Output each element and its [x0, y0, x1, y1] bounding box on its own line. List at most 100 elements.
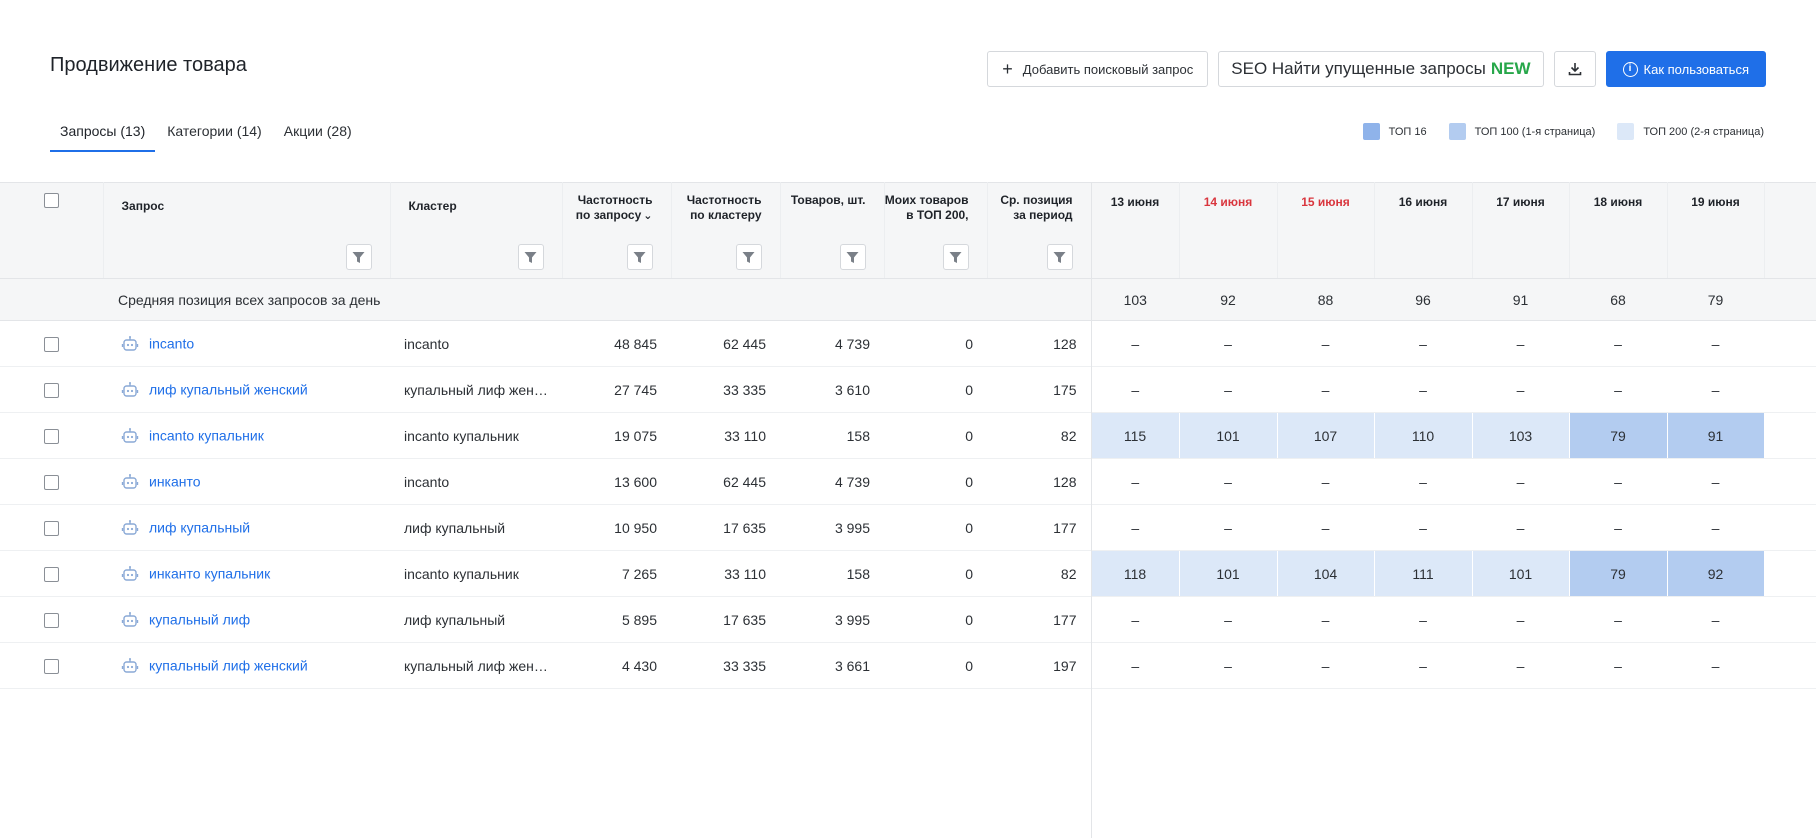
goods-cell: 158 — [780, 550, 884, 597]
my-goods-cell: 0 — [884, 412, 987, 459]
freq-cluster-cell: 62 445 — [671, 458, 780, 505]
filter-freq-query-button[interactable] — [626, 244, 653, 270]
header-query: Запрос — [103, 182, 391, 279]
table-header: Запрос Кластер Частотность по запросу ⌄ Ч… — [0, 182, 1816, 279]
goods-cell: 3 995 — [780, 596, 884, 643]
robot-icon — [121, 381, 139, 397]
filter-freq-cluster-button[interactable] — [735, 244, 762, 270]
robot-icon — [121, 427, 139, 443]
new-badge: NEW — [1490, 59, 1531, 78]
day-position-cell: – — [1569, 320, 1667, 367]
freq-cluster-cell: 33 110 — [671, 412, 780, 459]
header-my-goods[interactable]: Моих товаров в ТОП 200, — [884, 182, 988, 279]
header-goods[interactable]: Товаров, шт. — [780, 182, 885, 279]
query-link[interactable]: инканто купальник — [149, 566, 270, 582]
avg-pos-cell: 82 — [987, 550, 1092, 597]
day-position-cell: – — [1472, 504, 1569, 551]
seo-missed-queries-button[interactable]: SEO Найти упущенные запросы NEW — [1218, 51, 1544, 87]
freq-query-cell: 19 075 — [562, 412, 671, 459]
avg-pos-cell: 197 — [987, 642, 1092, 689]
row-checkbox[interactable] — [44, 382, 59, 398]
day-position-cell: – — [1277, 596, 1374, 643]
row-select-cell — [0, 642, 103, 689]
header-day[interactable]: 16 июня — [1374, 182, 1473, 279]
table-row: лиф купальный лиф купальный 10 950 17 635 3 … — [0, 504, 1816, 551]
day-position-cell: – — [1277, 366, 1374, 413]
header-day[interactable]: 15 июня — [1277, 182, 1375, 279]
day-position-cell: – — [1277, 504, 1374, 551]
goods-cell: 3 661 — [780, 642, 884, 689]
header-avg-pos[interactable]: Ср. позиция за период — [987, 182, 1092, 279]
robot-icon — [121, 519, 139, 535]
tab-categories[interactable]: Категории (14) — [157, 110, 271, 152]
header-day[interactable]: 14 июня — [1179, 182, 1278, 279]
header-day[interactable]: 18 июня — [1569, 182, 1668, 279]
query-link[interactable]: incanto купальник — [149, 428, 264, 444]
row-checkbox[interactable] — [44, 336, 59, 352]
legend-label: ТОП 100 (1-я страница) — [1474, 125, 1596, 138]
row-checkbox[interactable] — [44, 612, 59, 628]
avg-day-value: 68 — [1569, 278, 1667, 321]
freq-cluster-cell: 33 110 — [671, 550, 780, 597]
day-position-cell: – — [1179, 642, 1277, 689]
row-checkbox[interactable] — [44, 428, 59, 444]
plus-icon: + — [1002, 59, 1013, 79]
query-link[interactable]: лиф купальный — [149, 520, 250, 536]
cluster-cell: лиф купальный — [390, 596, 562, 643]
my-goods-cell: 0 — [884, 642, 987, 689]
query-cell: лиф купальный — [103, 504, 390, 551]
filter-my-goods-button[interactable] — [942, 244, 969, 270]
header-freq-query[interactable]: Частотность по запросу ⌄ — [562, 182, 672, 279]
download-icon — [1568, 63, 1581, 76]
table-row: incanto купальник incanto купальник 19 075… — [0, 412, 1816, 459]
row-checkbox[interactable] — [44, 474, 59, 490]
query-cell: купальный лиф — [103, 596, 390, 643]
filter-query-button[interactable] — [345, 244, 372, 270]
row-checkbox[interactable] — [44, 520, 59, 536]
select-all-checkbox[interactable] — [43, 193, 59, 208]
header-freq-cluster[interactable]: Частотность по кластеру — [671, 182, 781, 279]
row-spacer — [1764, 366, 1816, 413]
header-label: Кластер — [408, 199, 457, 213]
row-select-cell — [0, 412, 103, 459]
my-goods-cell: 0 — [884, 320, 987, 367]
download-button[interactable] — [1553, 51, 1596, 87]
avg-row-label: Средняя позиция всех запросов за день — [0, 278, 987, 321]
header-day[interactable]: 19 июня — [1667, 182, 1765, 279]
filter-icon — [352, 251, 365, 263]
day-position-cell: – — [1179, 504, 1277, 551]
query-link[interactable]: incanto — [149, 336, 194, 352]
filter-cluster-button[interactable] — [517, 244, 544, 270]
filter-goods-button[interactable] — [839, 244, 866, 270]
header-day[interactable]: 17 июня — [1472, 182, 1570, 279]
filter-icon — [949, 251, 962, 263]
day-position-cell: – — [1179, 596, 1277, 643]
add-query-button[interactable]: + Добавить поисковый запрос — [987, 51, 1209, 87]
row-checkbox[interactable] — [44, 566, 59, 582]
avg-day-value: 91 — [1472, 278, 1569, 321]
freq-cluster-cell: 62 445 — [671, 320, 780, 367]
day-position-cell: – — [1569, 642, 1667, 689]
table-row: инканто купальник incanto купальник 7 265 3… — [0, 550, 1816, 597]
query-link[interactable]: купальный лиф женский — [149, 658, 308, 674]
legend-item-top200: ТОП 200 (2-я страница) — [1617, 123, 1764, 140]
day-position-cell: – — [1472, 320, 1569, 367]
legend-item-top100: ТОП 100 (1-я страница) — [1448, 123, 1596, 140]
avg-pos-cell: 128 — [987, 458, 1092, 505]
row-select-cell — [0, 504, 103, 551]
robot-icon — [121, 565, 139, 581]
avg-pos-cell: 177 — [987, 504, 1092, 551]
query-link[interactable]: инканто — [149, 474, 201, 490]
query-link[interactable]: лиф купальный женский — [149, 382, 308, 398]
query-link[interactable]: купальный лиф — [149, 612, 250, 628]
avg-row-spacer — [1764, 278, 1816, 321]
tab-queries[interactable]: Запросы (13) — [50, 110, 156, 152]
header-day[interactable]: 13 июня — [1091, 182, 1180, 279]
how-to-use-button[interactable]: i Как пользоваться — [1605, 51, 1766, 87]
header-label: Запрос — [121, 199, 165, 213]
tab-promotions[interactable]: Акции (28) — [274, 110, 362, 152]
filter-avg-pos-button[interactable] — [1046, 244, 1073, 270]
day-position-cell: 101 — [1472, 550, 1570, 597]
day-position-cell: 118 — [1091, 550, 1180, 597]
row-checkbox[interactable] — [44, 658, 59, 674]
